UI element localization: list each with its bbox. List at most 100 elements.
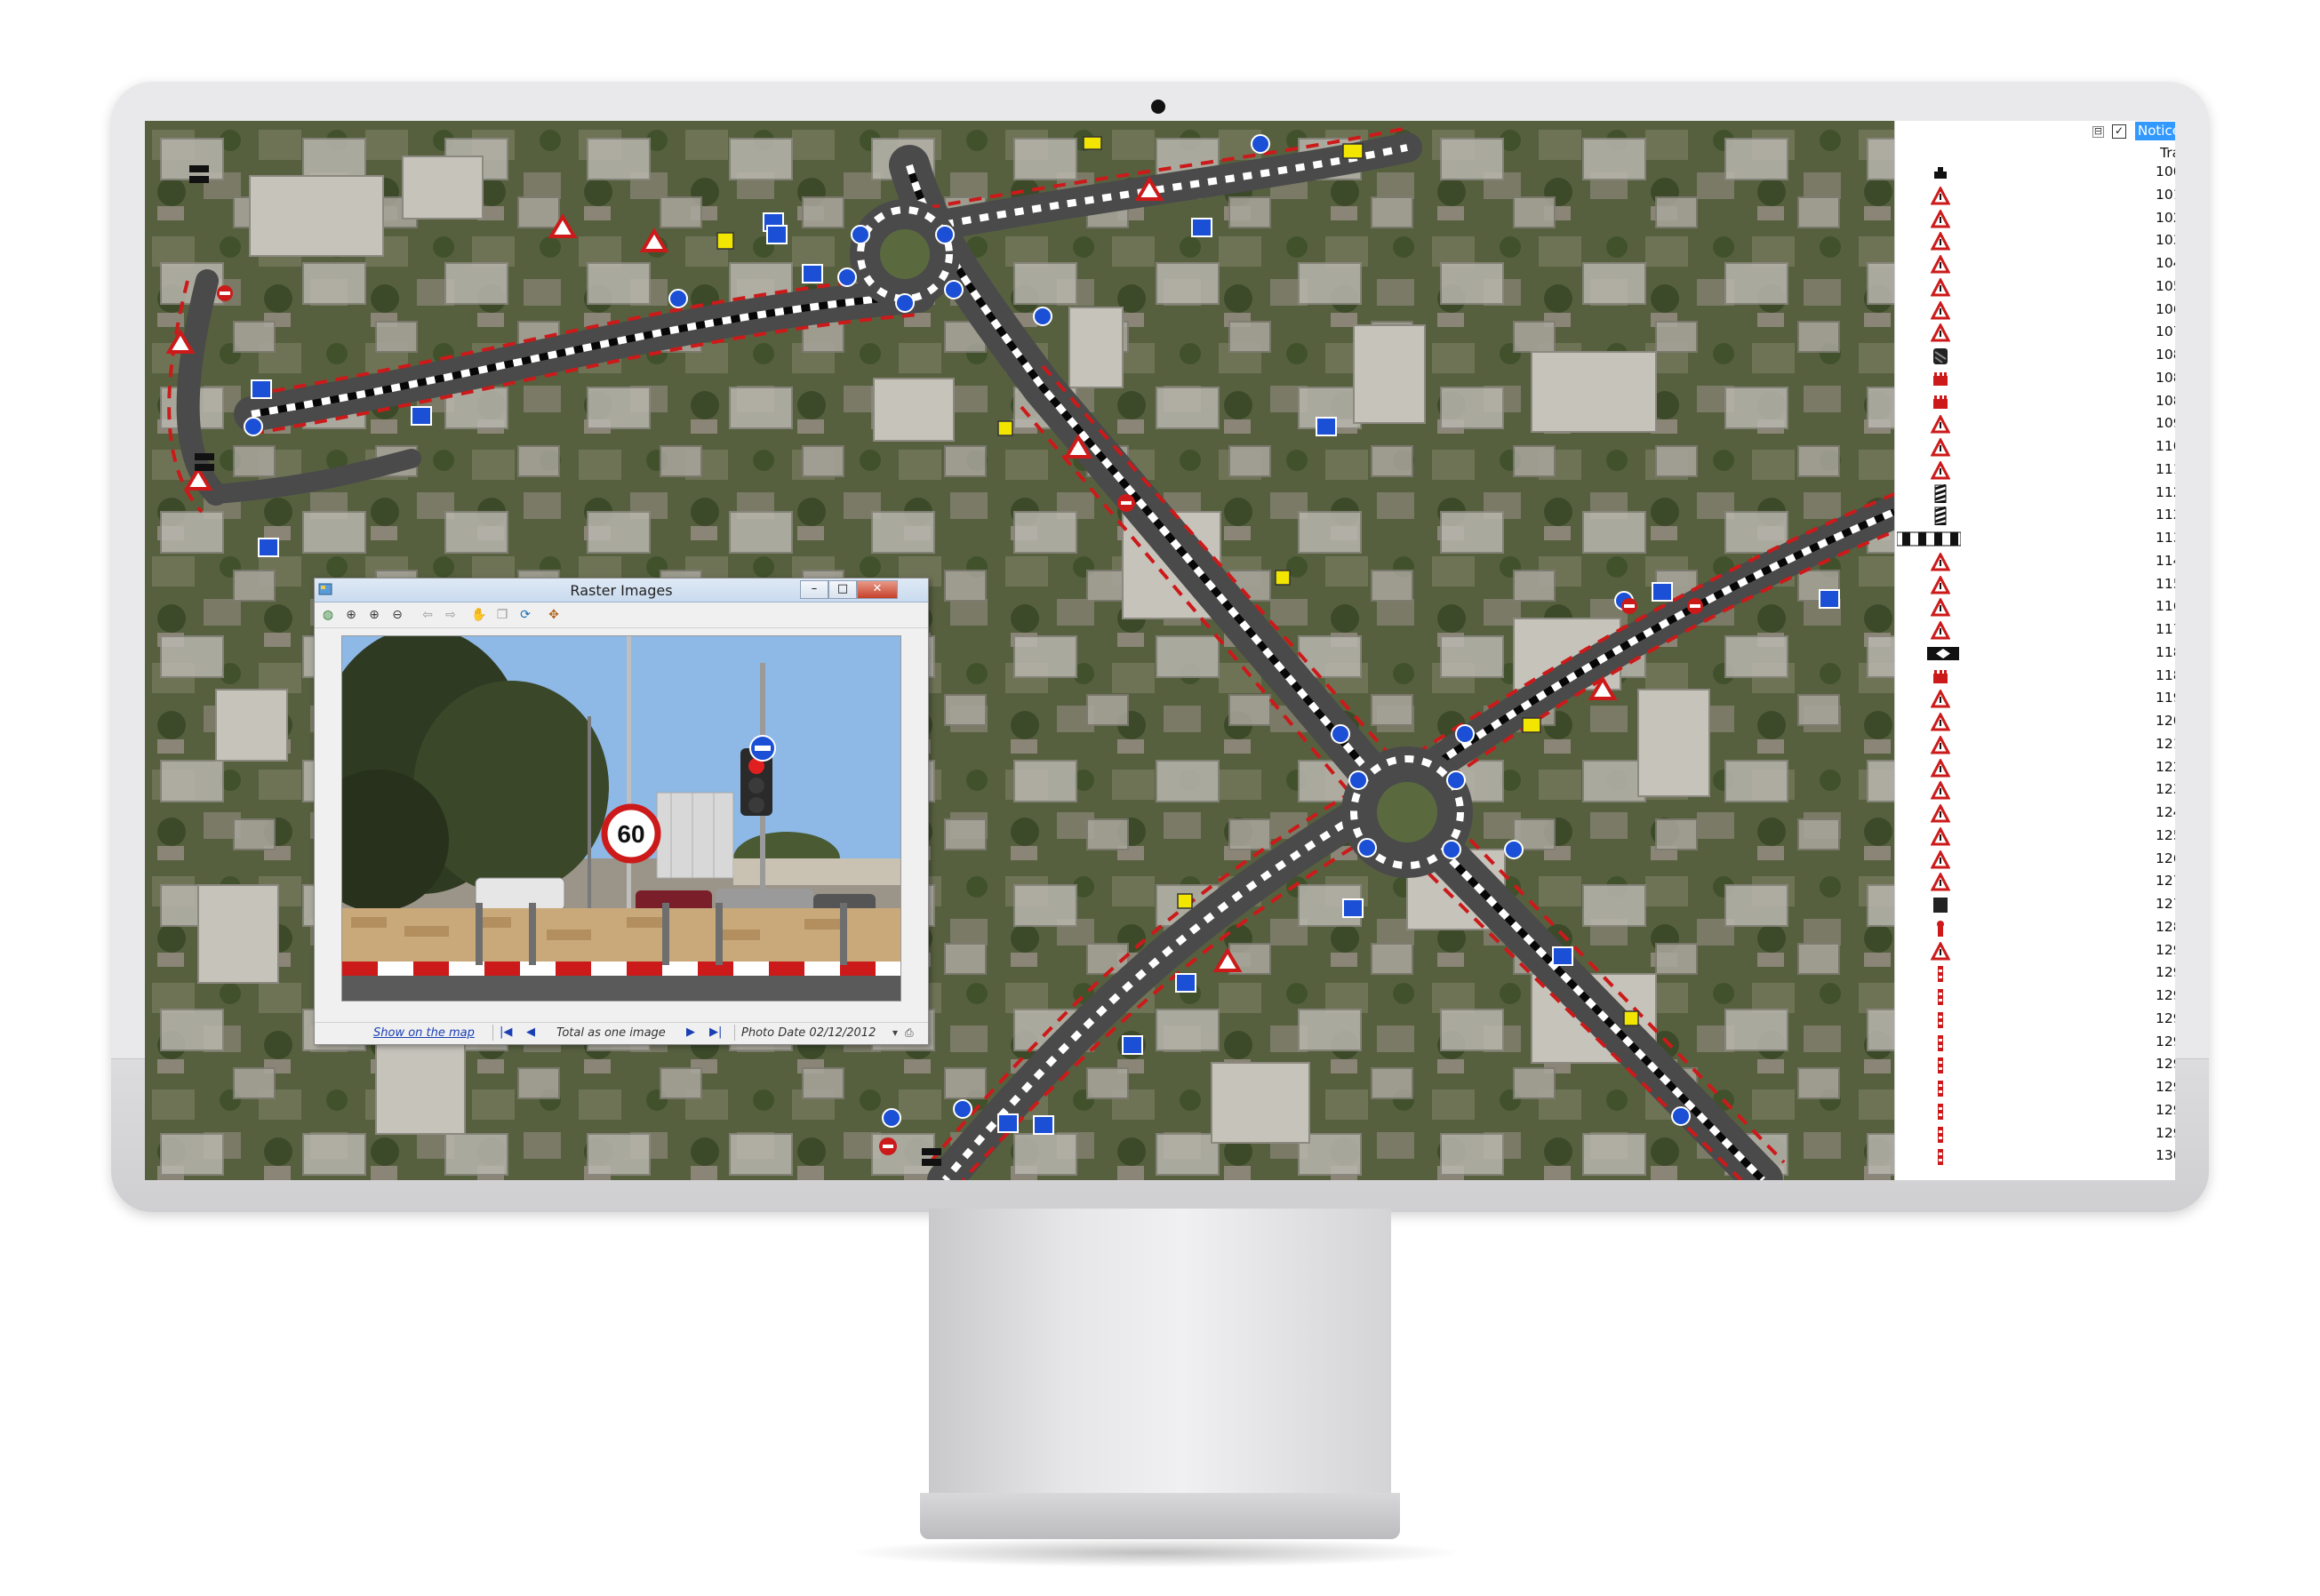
printer-icon[interactable]: ⎙ — [905, 1026, 914, 1040]
red-barrier-icon — [1895, 391, 2020, 413]
globe-icon[interactable]: ◍ — [320, 607, 336, 623]
legend-item: 128 — [1895, 917, 2175, 940]
legend-item: 129 — [1895, 940, 2175, 963]
raster-status-bar: Show on the map |◀ ◀ Total as one image … — [315, 1022, 928, 1044]
legend-item: 129 132 Left — [1895, 1009, 2175, 1032]
legend-item: 116 — [1895, 596, 2175, 619]
last-image-button[interactable]: ▶| — [709, 1025, 722, 1039]
legend-item: 106 — [1895, 299, 2175, 323]
legend-layer-row: ⊟ ✓ Notice and Warning Signs — [1895, 121, 2175, 144]
legend-item-label: 123 — [2156, 781, 2175, 798]
legend-item: 102 — [1895, 208, 2175, 231]
warning-triangle-icon — [1895, 208, 2020, 230]
warning-triangle-icon — [1895, 276, 2020, 299]
speed-limit-value: 60 — [617, 820, 644, 848]
legend-item-label: 104 — [2156, 255, 2175, 271]
layer-visibility-checkbox[interactable]: ✓ — [2112, 124, 2126, 139]
thin-post-icon — [1895, 1077, 2020, 1099]
warning-triangle-icon — [1895, 802, 2020, 825]
legend-item-label: 130 Left — [2156, 1147, 2175, 1164]
legend-item: 124 — [1895, 802, 2175, 826]
legend-item: 108 Red Left — [1895, 368, 2175, 391]
thin-post-icon — [1895, 1054, 2020, 1076]
legend-item-label: 101 — [2156, 186, 2175, 203]
legend-item-label: 127 — [2156, 873, 2175, 890]
prev-image-button[interactable]: ◀ — [526, 1025, 535, 1039]
legend-item: 127 — [1895, 871, 2175, 894]
legend-item: 117 — [1895, 619, 2175, 642]
copy-icon[interactable]: ❐ — [494, 607, 510, 623]
warning-triangle-icon — [1895, 230, 2020, 252]
legend-item-label: 121 — [2156, 735, 2175, 752]
legend-item: 108 Red Right — [1895, 391, 2175, 414]
collapse-icon[interactable]: ⊟ — [2092, 126, 2104, 138]
warning-triangle-icon — [1895, 940, 2020, 962]
warning-triangle-icon — [1895, 413, 2020, 435]
first-image-button[interactable]: |◀ — [500, 1025, 512, 1039]
show-on-map-link[interactable]: Show on the map — [373, 1026, 475, 1040]
legend-item: 103 — [1895, 230, 2175, 253]
legend-panel: ⊟ ✓ Notice and Warning Signs Traffic sig… — [1894, 121, 2175, 1180]
layer-name-notice-warning-signs[interactable]: Notice and Warning Signs — [2135, 122, 2175, 140]
pin-icon[interactable]: ✥ — [546, 607, 562, 623]
legend-item: 129 132 Left Left — [1895, 1032, 2175, 1055]
back-arrow-icon[interactable]: ⇦ — [420, 607, 436, 623]
street-photo[interactable]: 60 — [341, 635, 901, 1001]
legend-item-label: 103 — [2156, 232, 2175, 249]
forward-arrow-icon[interactable]: ⇨ — [443, 607, 459, 623]
warning-triangle-icon — [1895, 688, 2020, 710]
warning-triangle-icon — [1895, 711, 2020, 733]
red-post-icon — [1895, 917, 2020, 939]
window-titlebar[interactable]: Raster Images – □ ✕ — [315, 579, 928, 602]
dark-square-icon — [1895, 894, 2020, 916]
warning-triangle-icon — [1895, 849, 2020, 871]
minimize-button[interactable]: – — [800, 580, 828, 599]
legend-item: 101 — [1895, 185, 2175, 208]
striped-post-icon — [1895, 505, 2020, 527]
legend-item-label: 108 Red Right — [2156, 392, 2175, 409]
dark-pattern-icon — [1895, 345, 2020, 367]
pan-hand-icon[interactable]: ✋ — [471, 607, 487, 623]
legend-item-label: 119 — [2156, 690, 2175, 706]
zoom-in-icon[interactable]: ⊕ — [366, 607, 382, 623]
legend-item: 123 — [1895, 779, 2175, 802]
legend-item: 129 130 Right — [1895, 986, 2175, 1009]
striped-post-icon — [1895, 483, 2020, 505]
legend-item: 111 — [1895, 459, 2175, 483]
checkered-bar-icon — [1895, 528, 2020, 550]
legend-item: 122 — [1895, 757, 2175, 780]
legend-item: 115 — [1895, 574, 2175, 597]
legend-item: 120 — [1895, 711, 2175, 734]
legend-item-label: 114 — [2156, 552, 2175, 569]
legend-item-label: 112 Right — [2156, 507, 2175, 523]
legend-item-label: 112 Left — [2156, 483, 2175, 500]
legend-item-label: 126 — [2156, 850, 2175, 866]
legend-item-label: 129 132 Left — [2156, 1009, 2175, 1026]
refresh-icon[interactable]: ⟳ — [517, 607, 533, 623]
legend-item-label: 108 — [2156, 347, 2175, 363]
legend-item-label: 102 — [2156, 209, 2175, 226]
legend-item-label: 129 130 Right — [2156, 987, 2175, 1003]
raster-images-window[interactable]: Raster Images – □ ✕ ◍ ⊕ ⊕ ⊖ ⇦ ⇨ ✋ ❐ ⟳ ✥ — [314, 578, 929, 1045]
zoom-out-icon[interactable]: ⊖ — [389, 607, 405, 623]
legend-item-label: 113 — [2156, 530, 2175, 546]
monitor-stand-base — [920, 1493, 1400, 1539]
legend-item-label: 109 — [2156, 415, 2175, 432]
close-button[interactable]: ✕ — [857, 580, 898, 599]
legend-item-label: 105 — [2156, 277, 2175, 294]
legend-item: 114 — [1895, 551, 2175, 574]
warning-triangle-icon — [1895, 619, 2020, 642]
legend-item: 104 — [1895, 253, 2175, 276]
stand-shadow — [844, 1537, 1467, 1568]
thin-post-icon — [1895, 1100, 2020, 1122]
red-barrier-icon — [1895, 368, 2020, 390]
legend-item: 112 Left — [1895, 483, 2175, 506]
maximize-button[interactable]: □ — [828, 580, 857, 599]
legend-item: 121 — [1895, 734, 2175, 757]
warning-triangle-icon — [1895, 734, 2020, 756]
legend-item: 113 — [1895, 528, 2175, 551]
next-image-button[interactable]: ▶ — [686, 1025, 695, 1039]
zoom-extent-icon[interactable]: ⊕ — [343, 607, 359, 623]
legend-item: 112 Right — [1895, 505, 2175, 528]
dropdown-arrow-icon[interactable]: ▾ — [892, 1026, 898, 1039]
